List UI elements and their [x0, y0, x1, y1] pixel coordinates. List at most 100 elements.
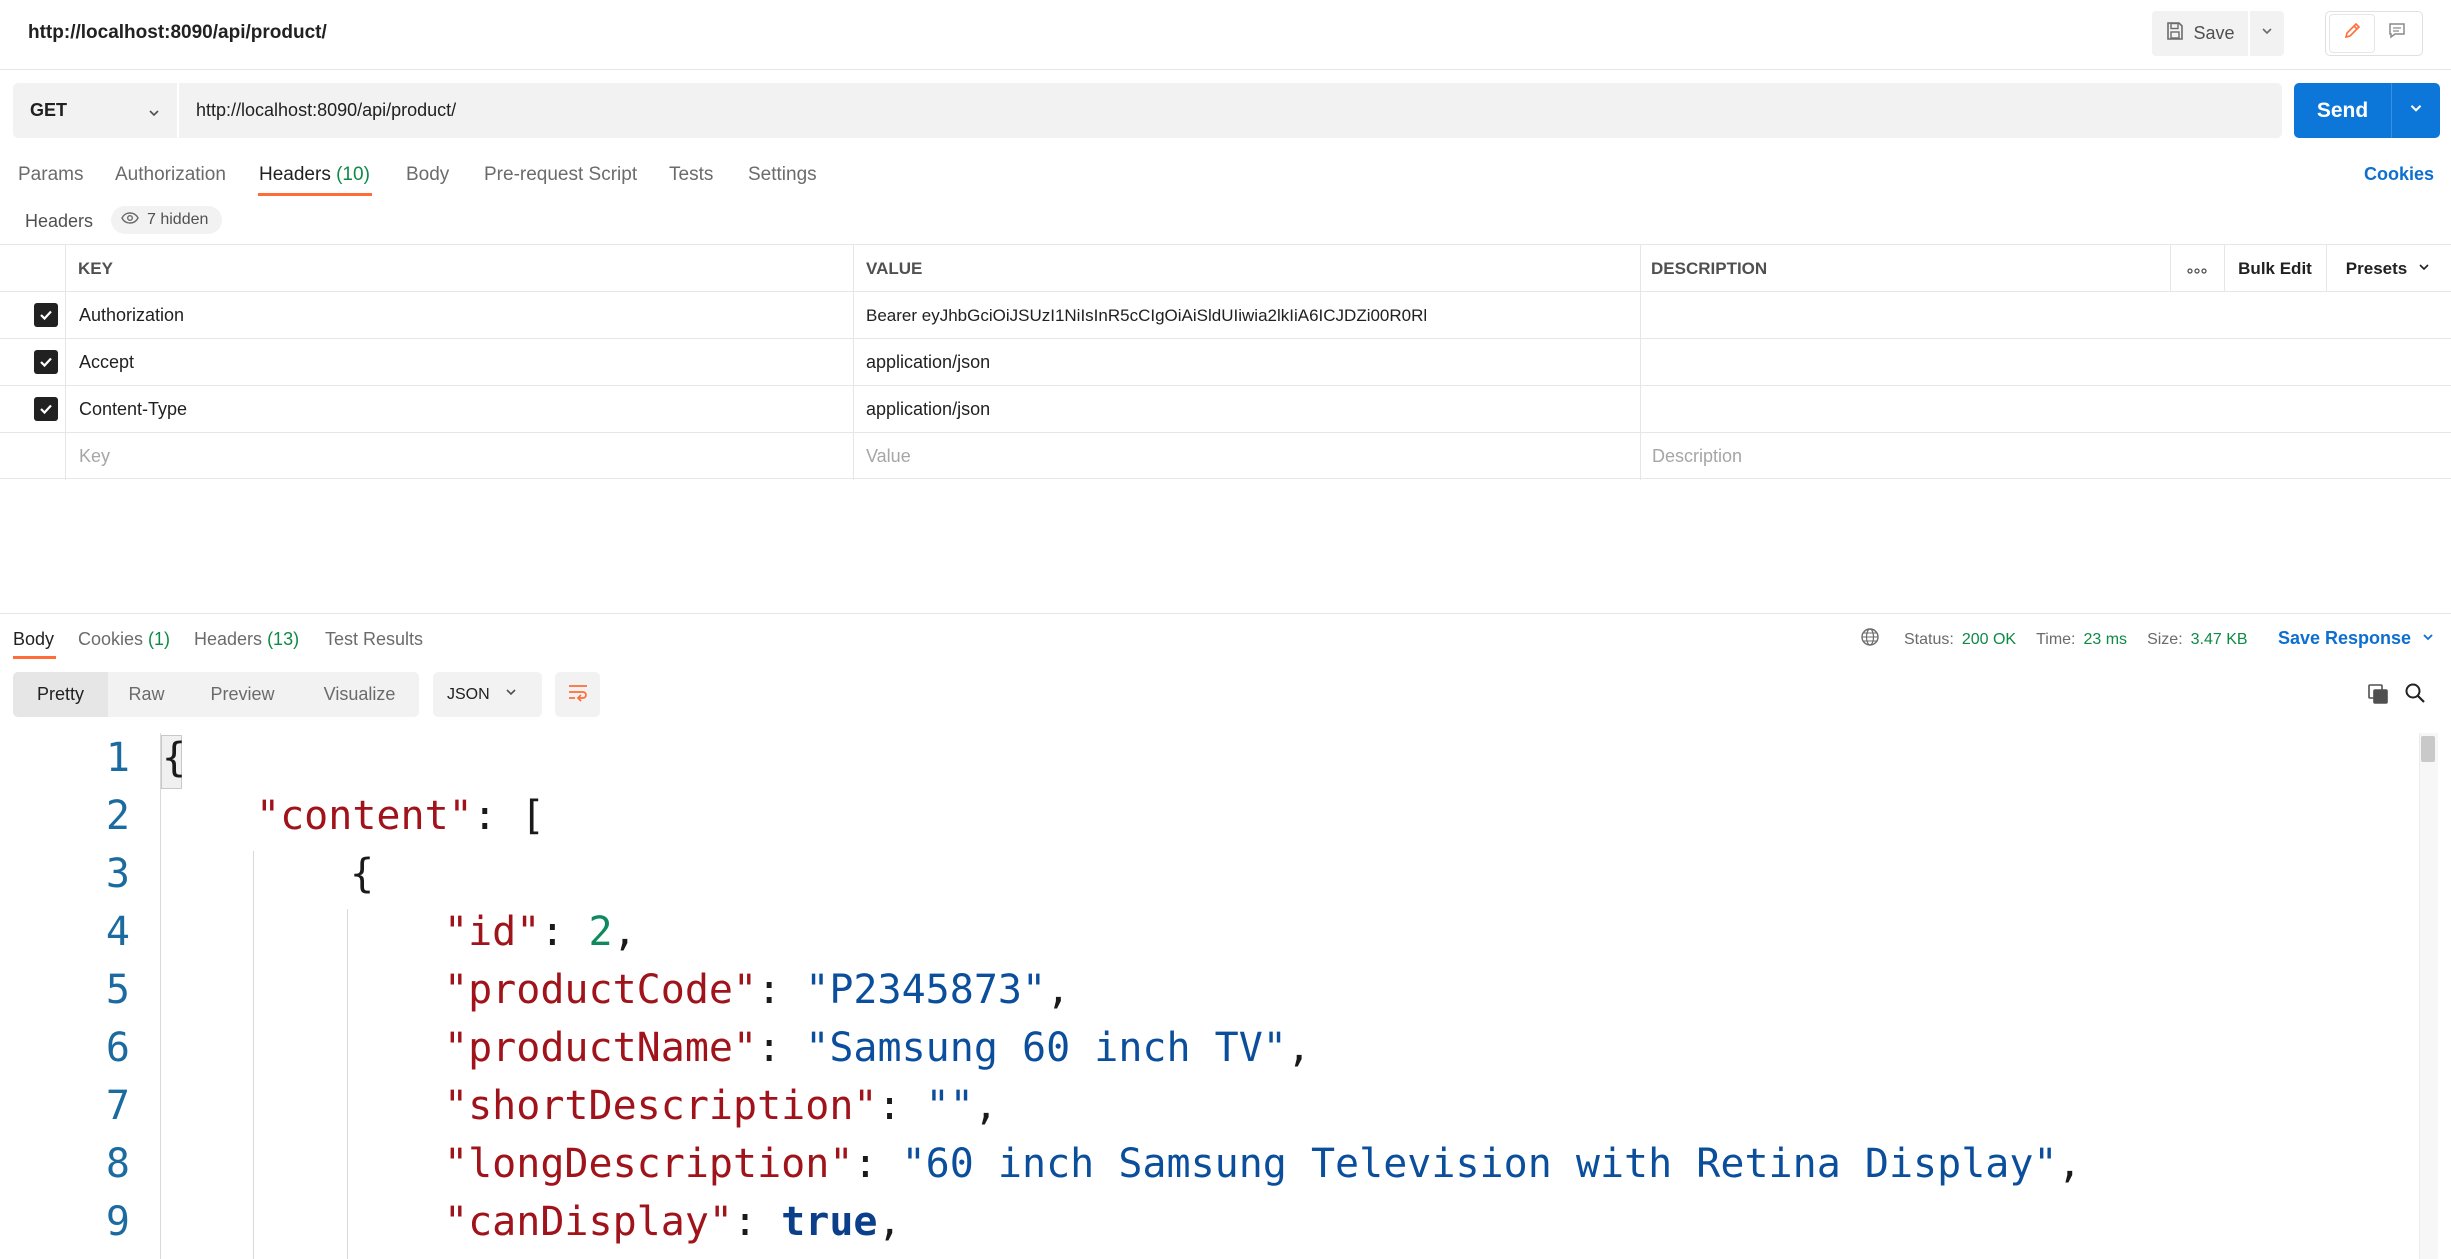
pane-divider[interactable]	[0, 613, 2451, 614]
code-line: "productName": "Samsung 60 inch TV",	[444, 1025, 1311, 1071]
tab-body[interactable]: Body	[406, 164, 449, 186]
tab-headers-count: (10)	[336, 164, 370, 185]
new-description-input[interactable]: Description	[1652, 433, 1742, 480]
indent-guide	[253, 851, 254, 1259]
globe-icon[interactable]	[1860, 627, 1880, 652]
chevron-down-icon	[2260, 24, 2274, 43]
json-punctuation: ,	[612, 909, 637, 955]
eye-icon	[121, 211, 139, 230]
response-tab-cookies[interactable]: Cookies (1)	[78, 629, 170, 650]
save-group: Save	[2152, 11, 2284, 56]
save-options-button[interactable]	[2250, 11, 2284, 56]
response-tab-test-results[interactable]: Test Results	[325, 629, 423, 650]
search-icon[interactable]	[2404, 682, 2426, 709]
response-view-mode: Pretty Raw Preview Visualize	[13, 672, 419, 717]
url-input[interactable]: http://localhost:8090/api/product/	[196, 100, 456, 121]
send-button[interactable]: Send	[2294, 83, 2392, 138]
line-number: 1	[105, 735, 130, 781]
checkbox-checked-icon[interactable]	[34, 350, 58, 374]
json-punctuation: :	[757, 1025, 806, 1071]
size-value[interactable]: 3.47 KB	[2191, 631, 2248, 649]
view-pretty-button[interactable]: Pretty	[13, 672, 108, 717]
checkbox-checked-icon[interactable]	[34, 303, 58, 327]
chevron-down-icon	[2421, 628, 2435, 649]
tab-headers[interactable]: Headers (10)	[259, 164, 370, 186]
send-options-button[interactable]	[2392, 83, 2440, 138]
copy-icon[interactable]	[2367, 683, 2389, 710]
header-value-cell[interactable]: Bearer eyJhbGciOiJSUzI1NiIsInR5cCIgOiAiS…	[866, 292, 1427, 339]
presets-dropdown[interactable]: Presets	[2326, 245, 2451, 292]
header-key-cell[interactable]: Content-Type	[79, 386, 187, 433]
json-punctuation: {	[162, 735, 187, 781]
wrap-lines-button[interactable]	[555, 672, 600, 717]
comments-button[interactable]	[2375, 15, 2419, 52]
url-bar: GET http://localhost:8090/api/product/	[13, 83, 2282, 138]
save-icon	[2165, 21, 2185, 46]
active-tab-indicator	[13, 656, 56, 659]
wrap-lines-icon	[567, 682, 589, 707]
status-value[interactable]: 200 OK	[1962, 631, 2016, 649]
tab-prerequest-script[interactable]: Pre-request Script	[484, 164, 637, 186]
tab-settings[interactable]: Settings	[748, 164, 817, 186]
json-punctuation: :	[853, 1141, 902, 1187]
json-punctuation: :	[540, 909, 589, 955]
editor-scrollbar[interactable]	[2419, 733, 2438, 1259]
tab-tests[interactable]: Tests	[669, 164, 713, 186]
cookies-link[interactable]: Cookies	[2364, 164, 2434, 185]
json-string: "P2345873"	[805, 967, 1047, 1013]
method-select[interactable]: GET	[13, 83, 179, 138]
json-key: "id"	[444, 909, 541, 955]
response-tab-headers[interactable]: Headers (13)	[194, 629, 299, 650]
view-raw-button[interactable]: Raw	[108, 672, 185, 717]
gutter-divider	[160, 733, 161, 1259]
view-preview-button[interactable]: Preview	[185, 672, 300, 717]
checkbox-checked-icon[interactable]	[34, 397, 58, 421]
tab-params[interactable]: Params	[18, 164, 83, 186]
bulk-edit-button[interactable]: Bulk Edit	[2224, 245, 2326, 292]
json-key: "longDescription"	[444, 1141, 854, 1187]
response-body-editor[interactable]: 1 2 3 4 5 6 7 8 9 { "content": [ { "id":…	[0, 733, 2420, 1259]
table-row-new: Key Value Description	[0, 432, 2451, 480]
column-header-key: KEY	[78, 258, 113, 278]
json-string: "60 inch Samsung Television with Retina …	[901, 1141, 2058, 1187]
table-row: Content-Type application/json	[0, 385, 2451, 433]
save-response-dropdown[interactable]: Save Response	[2278, 628, 2435, 649]
more-icon	[2187, 258, 2207, 279]
edit-mode-button[interactable]	[2329, 14, 2375, 53]
chevron-down-icon	[504, 685, 518, 704]
presets-label: Presets	[2345, 258, 2408, 278]
header-key-cell[interactable]: Authorization	[79, 292, 184, 339]
hidden-headers-toggle[interactable]: 7 hidden	[111, 206, 223, 234]
time-label: Time:	[2036, 630, 2076, 648]
save-button[interactable]: Save	[2152, 11, 2248, 56]
save-response-label: Save Response	[2278, 628, 2412, 648]
new-key-input[interactable]: Key	[79, 433, 110, 480]
response-tab-cookies-label: Cookies	[78, 629, 144, 649]
save-label: Save	[2193, 23, 2235, 43]
time-value[interactable]: 23 ms	[2083, 631, 2127, 649]
request-title[interactable]: http://localhost:8090/api/product/	[28, 22, 327, 44]
more-options-button[interactable]	[2170, 245, 2224, 292]
code-line: {	[162, 735, 186, 781]
line-number: 4	[105, 909, 130, 955]
response-tab-body[interactable]: Body	[13, 629, 54, 650]
view-visualize-button[interactable]: Visualize	[300, 672, 419, 717]
header-key-cell[interactable]: Accept	[79, 339, 134, 386]
response-tab-headers-count: (13)	[267, 629, 300, 649]
json-punctuation: :	[757, 967, 806, 1013]
top-bar	[0, 0, 2451, 70]
line-number: 6	[105, 1025, 130, 1071]
scrollbar-thumb[interactable]	[2421, 736, 2435, 762]
header-value-cell[interactable]: application/json	[866, 386, 990, 433]
send-group: Send	[2294, 83, 2440, 138]
header-value-cell[interactable]: application/json	[866, 339, 990, 386]
new-value-input[interactable]: Value	[866, 433, 911, 480]
code-line: "content": [	[256, 793, 545, 839]
format-select[interactable]: JSON	[433, 672, 542, 717]
response-tab-headers-label: Headers	[194, 629, 263, 649]
json-punctuation: ,	[1046, 967, 1071, 1013]
code-line: "longDescription": "60 inch Samsung Tele…	[444, 1141, 2082, 1187]
tab-authorization[interactable]: Authorization	[115, 164, 226, 186]
comment-icon	[2387, 21, 2407, 46]
json-string: "Samsung 60 inch TV"	[805, 1025, 1287, 1071]
